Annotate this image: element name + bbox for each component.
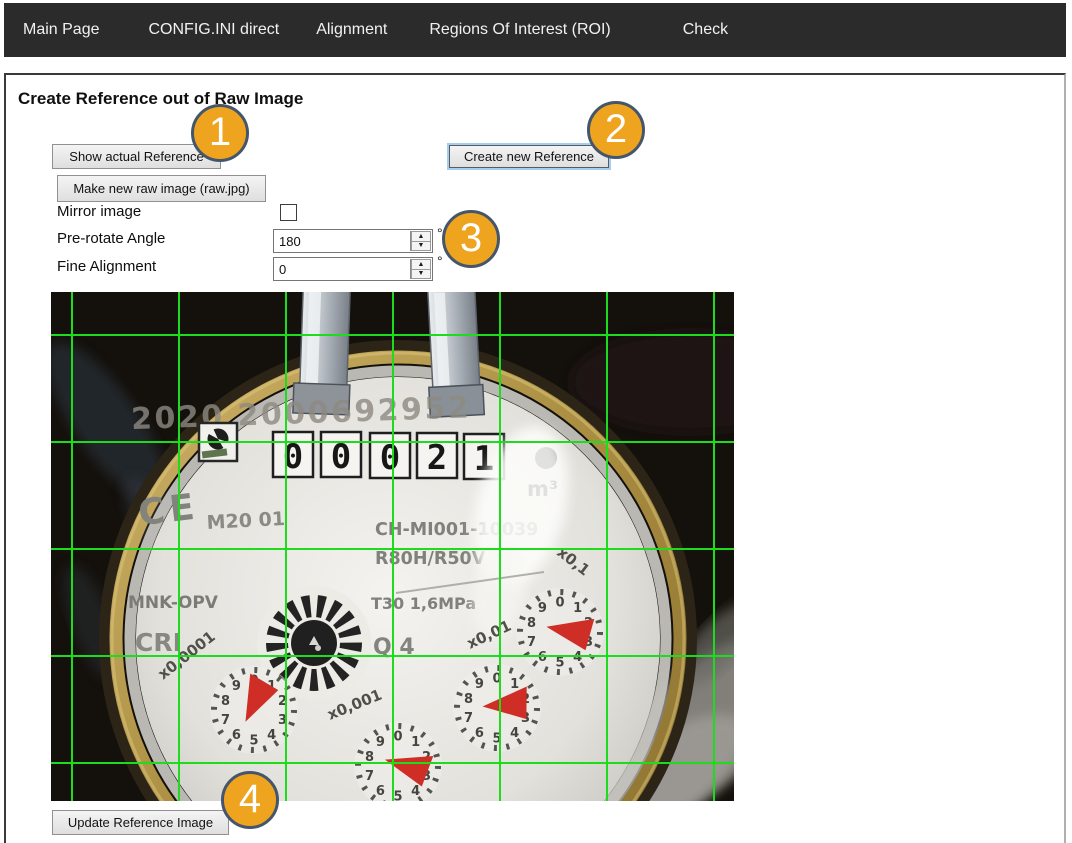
svg-text:6: 6 (376, 784, 385, 799)
prerotate-angle-label: Pre-rotate Angle (57, 230, 165, 247)
mirror-image-label: Mirror image (57, 203, 141, 220)
nav-item-config-ini[interactable]: CONFIG.INI direct (149, 21, 280, 39)
svg-text:4: 4 (510, 726, 519, 741)
svg-text:6: 6 (475, 726, 484, 741)
ratio-text: R80H/R50V (375, 549, 486, 569)
ce-mark: CE (136, 486, 202, 534)
approval-text: M20 01 (206, 508, 285, 534)
callout-badge-2: 2 (587, 101, 645, 159)
svg-text:7: 7 (527, 635, 536, 650)
svg-text:7: 7 (464, 711, 473, 726)
fine-spinner: ▲ ▼ (410, 259, 431, 279)
svg-text:9: 9 (376, 735, 385, 750)
prerotate-spin-down-icon[interactable]: ▼ (411, 241, 431, 252)
mirror-image-checkbox[interactable] (280, 204, 297, 221)
callout-badge-1: 1 (191, 104, 249, 162)
nav-item-main-page[interactable]: Main Page (23, 21, 100, 39)
svg-text:6: 6 (538, 650, 547, 665)
update-reference-image-button[interactable]: Update Reference Image (52, 810, 229, 835)
temp-pressure-text: T30 1,6MPa (371, 594, 476, 613)
svg-text:6: 6 (232, 728, 241, 743)
svg-text:5: 5 (393, 790, 402, 802)
svg-text:8: 8 (464, 692, 473, 707)
reference-image: 2020 2000692952 0 0 0 (51, 292, 734, 801)
fine-alignment-label: Fine Alignment (57, 258, 156, 275)
svg-text:4: 4 (411, 784, 420, 799)
fine-alignment-field: ▲ ▼ (273, 257, 433, 281)
svg-text:1: 1 (573, 601, 582, 616)
svg-text:7: 7 (365, 769, 374, 784)
svg-text:5: 5 (249, 734, 258, 749)
svg-text:1: 1 (411, 735, 420, 750)
svg-text:8: 8 (221, 694, 230, 709)
svg-text:4: 4 (267, 728, 276, 743)
nav-item-roi[interactable]: Regions Of Interest (ROI) (429, 21, 610, 39)
svg-text:0: 0 (555, 596, 564, 611)
fine-spin-down-icon[interactable]: ▼ (411, 269, 431, 280)
svg-text:0: 0 (393, 730, 402, 745)
counter-digit: 2 (427, 438, 447, 478)
meter-photo-svg: 2020 2000692952 0 0 0 (51, 292, 734, 801)
fine-degree-unit: ° (437, 253, 443, 269)
nav-item-check[interactable]: Check (683, 21, 728, 39)
page: Main Page CONFIG.INI direct Alignment Re… (0, 0, 1072, 843)
svg-text:8: 8 (527, 616, 536, 631)
brand-text: MNK-OPV (128, 593, 219, 613)
page-title: Create Reference out of Raw Image (18, 89, 303, 109)
make-new-raw-image-button[interactable]: Make new raw image (raw.jpg) (57, 175, 266, 202)
prerotate-spinner: ▲ ▼ (410, 231, 431, 251)
svg-text:9: 9 (232, 679, 241, 694)
counter-digit: 0 (380, 438, 400, 478)
prerotate-angle-field: ▲ ▼ (273, 229, 433, 253)
create-new-reference-button[interactable]: Create new Reference (449, 145, 609, 168)
fine-alignment-input[interactable] (274, 258, 409, 280)
svg-text:7: 7 (221, 713, 230, 728)
callout-badge-3: 3 (442, 210, 500, 268)
fine-spin-up-icon[interactable]: ▲ (411, 259, 431, 269)
navbar: Main Page CONFIG.INI direct Alignment Re… (4, 3, 1066, 57)
prerotate-angle-input[interactable] (274, 230, 409, 252)
prerotate-spin-up-icon[interactable]: ▲ (411, 231, 431, 241)
content-panel: Create Reference out of Raw Image Show a… (4, 73, 1066, 843)
svg-text:4: 4 (573, 650, 582, 665)
svg-text:9: 9 (538, 601, 547, 616)
svg-text:5: 5 (555, 656, 564, 671)
nav-item-alignment[interactable]: Alignment (316, 21, 387, 39)
svg-text:1: 1 (510, 677, 519, 692)
svg-text:9: 9 (475, 677, 484, 692)
callout-badge-4: 4 (221, 771, 279, 829)
